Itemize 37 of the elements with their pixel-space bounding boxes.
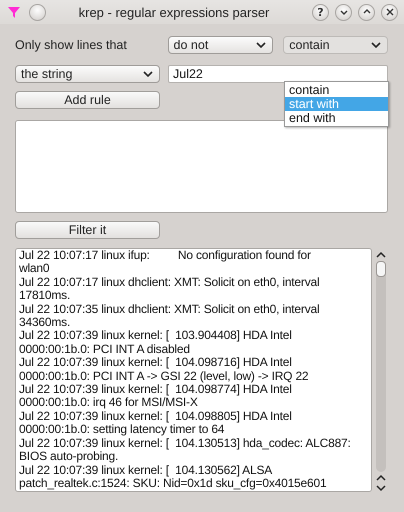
scrollbar-thumb[interactable] [376, 261, 386, 277]
help-button[interactable]: ? [312, 4, 329, 20]
log-line: Jul 22 10:07:39 linux kernel: [ 104.098774] HDA Intel [19, 383, 293, 396]
caret-icon [143, 70, 153, 78]
window-title: krep - regular expressions parser [78, 4, 270, 20]
log-line: Jul 22 10:07:17 linux dhclient: XMT: Solicit on eth0, interval [19, 276, 320, 290]
log-line: Jul 22 10:07:17 linux ifup: No configuration found for [19, 249, 312, 262]
minimize-button[interactable] [335, 4, 352, 20]
close-button[interactable] [381, 4, 398, 20]
match-dropdown[interactable]: contain [283, 36, 388, 54]
log-line: 34360ms. [19, 316, 72, 330]
log-line: 0000:00:1b.0: setting latency timer to 64 [19, 423, 224, 437]
log-line: Jul 22 10:07:39 linux kernel: [ 104.130513] hda_codec: ALC887: [19, 436, 352, 450]
log-line: Jul 22 10:07:39 linux kernel: [ 104.098716] HDA Intel [19, 356, 293, 370]
dropdown-option[interactable]: contain [285, 83, 388, 97]
caret-icon [256, 41, 266, 49]
dropdown-option[interactable]: end with [285, 111, 388, 125]
caret-icon [371, 41, 381, 49]
add-rule-button[interactable]: Add rule [15, 91, 160, 109]
maximize-button[interactable] [358, 4, 375, 20]
funnel-icon[interactable] [7, 5, 21, 19]
log-line: Jul 22 10:07:35 linux dhclient: XMT: Solicit on eth0, interval [19, 302, 320, 316]
pattern-field[interactable]: Jul22 [168, 65, 388, 83]
log-line: 0000:00:1b.0: PCI INT A -> GSI 22 (level, low) -> IRQ 22 [19, 370, 310, 384]
log-line: Jul 22 10:07:39 linux kernel: [ 103.904408] HDA Intel [19, 329, 293, 343]
negation-dropdown[interactable]: do not [168, 36, 274, 54]
log-line: 17810ms. [19, 289, 72, 303]
filter-button[interactable]: Filter it [15, 221, 160, 239]
target-dropdown[interactable]: the string [15, 65, 160, 83]
log-line: Jul 22 10:07:39 linux kernel: [ 104.130562] ALSA [19, 464, 274, 477]
log-line: 0000:00:1b.0: PCI INT A disabled [19, 342, 191, 356]
log-line: wlan0 [19, 262, 50, 276]
log-line: BIOS auto-probing. [19, 450, 120, 464]
log-line: Jul 22 10:07:39 linux kernel: [ 104.098805] HDA Intel [19, 410, 293, 424]
log-line: 0000:00:1b.0: irq 46 for MSI/MSI-X [19, 396, 198, 410]
rule-label: Only show lines that [15, 38, 128, 52]
log-line: patch_realtek.c:1524: SKU: Nid=0x1d sku_cfg=0x4015e601 [19, 476, 328, 490]
